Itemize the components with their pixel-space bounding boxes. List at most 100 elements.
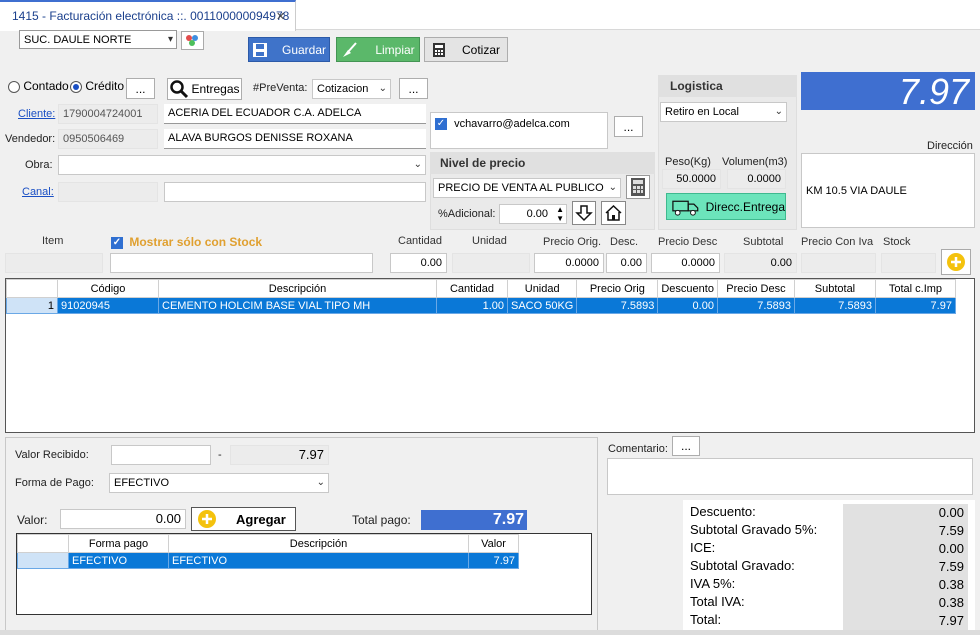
email-more-button[interactable]: ... — [614, 116, 643, 137]
col-code[interactable]: Código — [57, 279, 159, 298]
branch-value: SUC. DAULE NORTE — [24, 34, 132, 46]
comment-input[interactable] — [607, 458, 973, 495]
client-name[interactable]: ACERIA DEL ECUADOR C.A. ADELCA — [164, 104, 426, 124]
qty-input[interactable]: 0.00 — [390, 253, 447, 273]
show-stock-checkbox[interactable]: ✓ — [111, 236, 123, 249]
radio-cash[interactable]: Contado — [8, 79, 69, 93]
delivery-address-label: Direcc.Entrega — [705, 199, 785, 214]
row-selector[interactable]: 1 — [6, 297, 58, 314]
price-level-value: PRECIO DE VENTA AL PUBLICO — [438, 182, 604, 194]
cell-payment-description: EFECTIVO — [168, 552, 469, 569]
save-button[interactable]: Guardar — [248, 37, 330, 62]
additional-input[interactable]: 0.00 ▲ ▼ — [499, 204, 567, 224]
col-subtotal[interactable]: Subtotal — [793, 279, 876, 298]
col-description[interactable]: Descripción — [158, 279, 437, 298]
orig-price-input[interactable]: 0.0000 — [534, 253, 604, 273]
palette-icon[interactable] — [181, 31, 204, 50]
total-value: 0.00 — [843, 540, 968, 558]
col-payment-method[interactable]: Forma pago — [68, 534, 169, 553]
total-value: 7.97 — [843, 612, 968, 630]
delivery-address-button[interactable]: Direcc.Entrega — [666, 193, 786, 220]
cell-subtotal: 7.5893 — [793, 297, 876, 314]
cell-unit: SACO 50KG — [506, 297, 578, 314]
comment-more-button[interactable]: ... — [672, 436, 700, 456]
address-label: Dirección — [927, 140, 973, 152]
calculator-icon[interactable] — [626, 175, 650, 199]
col-unit[interactable]: Unidad — [506, 279, 578, 298]
cell-price-disc: 7.5893 — [716, 297, 795, 314]
additional-value: 0.00 — [526, 208, 548, 220]
credit-more-button[interactable]: ... — [126, 78, 155, 99]
preventa-select[interactable]: Cotizacion ⌄ — [312, 79, 391, 99]
total-pay-value: 7.97 — [421, 510, 527, 530]
email-checkbox[interactable]: ✓ — [435, 118, 447, 131]
spinner-icon[interactable]: ▲ ▼ — [556, 205, 564, 223]
client-link[interactable]: Cliente: — [18, 108, 55, 120]
radio-credit-circle[interactable] — [70, 80, 82, 93]
received-label: Valor Recibido: — [15, 449, 89, 461]
col-total[interactable]: Total c.Imp — [874, 279, 956, 298]
close-icon[interactable]: ✕ — [276, 10, 285, 23]
add-item-button[interactable] — [941, 249, 971, 275]
col-price-disc[interactable]: Precio Desc — [716, 279, 795, 298]
work-label: Obra: — [25, 159, 53, 171]
preventa-more-button[interactable]: ... — [399, 78, 428, 99]
channel-link[interactable]: Canal: — [22, 186, 54, 198]
magnifier-icon — [170, 80, 189, 99]
value-label: Valor: — [17, 513, 48, 527]
change-value: 7.97 — [230, 445, 329, 465]
quote-button[interactable]: Cotizar — [424, 37, 508, 62]
col-payment-description[interactable]: Descripción — [168, 534, 469, 553]
table-row[interactable]: EFECTIVO EFECTIVO 7.97 — [17, 552, 519, 569]
value-input[interactable]: 0.00 — [60, 509, 186, 529]
show-stock-toggle[interactable]: ✓ Mostrar sólo con Stock — [111, 235, 262, 249]
add-payment-button[interactable]: Agregar — [191, 507, 296, 531]
show-stock-label: Mostrar sólo con Stock — [129, 235, 263, 249]
col-payment-value[interactable]: Valor — [468, 534, 519, 553]
deliveries-button[interactable]: Entregas — [167, 78, 242, 100]
items-grid[interactable]: Código Descripción Cantidad Unidad Preci… — [5, 278, 975, 433]
total-label: Total IVA: — [690, 594, 745, 609]
payments-grid[interactable]: Forma pago Descripción Valor EFECTIVO EF… — [16, 533, 592, 615]
total-value: 7.59 — [843, 558, 968, 576]
cell-payment-value: 7.97 — [468, 552, 519, 569]
col-discount[interactable]: Descuento — [657, 279, 718, 298]
item-search-input[interactable] — [110, 253, 373, 273]
address-field[interactable]: KM 10.5 VIA DAULE — [801, 153, 975, 228]
quote-label: Cotizar — [461, 42, 500, 57]
total-value: 0.00 — [843, 504, 968, 522]
price-disc-input[interactable]: 0.0000 — [651, 253, 720, 273]
additional-label: %Adicional: — [438, 208, 496, 220]
col-qty[interactable]: Cantidad — [436, 279, 508, 298]
email-field[interactable]: ✓ vchavarro@adelca.com — [430, 112, 608, 149]
radio-credit[interactable]: Crédito — [70, 79, 124, 93]
row-selector[interactable] — [17, 552, 69, 569]
total-value: 0.38 — [843, 576, 968, 594]
tab-invoice[interactable]: 1415 - Facturación electrónica ::. 00110… — [0, 0, 296, 31]
cell-orig-price: 7.5893 — [576, 297, 659, 314]
price-iva-input — [801, 253, 876, 273]
price-level-header: Nivel de precio — [430, 152, 655, 174]
channel-name[interactable] — [164, 182, 426, 202]
price-level-select[interactable]: PRECIO DE VENTA AL PUBLICO ⌄ — [433, 178, 621, 198]
method-select[interactable]: EFECTIVO ⌄ — [109, 473, 329, 493]
home-icon[interactable] — [601, 201, 626, 225]
method-label: Forma de Pago: — [15, 477, 94, 489]
total-label: Total: — [690, 612, 722, 627]
down-arrow-icon[interactable] — [572, 201, 596, 225]
clear-button[interactable]: Limpiar — [336, 37, 420, 62]
logistics-mode-select[interactable]: Retiro en Local ⌄ — [660, 102, 787, 122]
price-disc-label: Precio Desc — [658, 236, 718, 248]
logistics-mode-value: Retiro en Local — [665, 106, 739, 118]
table-row[interactable]: 1 91020945 CEMENTO HOLCIM BASE VIAL TIPO… — [6, 297, 956, 314]
seller-name[interactable]: ALAVA BURGOS DENISSE ROXANA — [164, 129, 426, 149]
received-input[interactable] — [111, 445, 211, 465]
volume-value: 0.0000 — [727, 169, 786, 189]
work-select[interactable]: ⌄ — [58, 155, 426, 175]
price-iva-label: Precio Con Iva — [801, 236, 874, 248]
seller-label: Vendedor: — [5, 133, 56, 145]
col-orig-price[interactable]: Precio Orig — [576, 279, 659, 298]
branch-select[interactable]: SUC. DAULE NORTE ▾ — [19, 30, 177, 49]
radio-cash-circle[interactable] — [8, 80, 20, 93]
disc-input[interactable]: 0.00 — [606, 253, 647, 273]
